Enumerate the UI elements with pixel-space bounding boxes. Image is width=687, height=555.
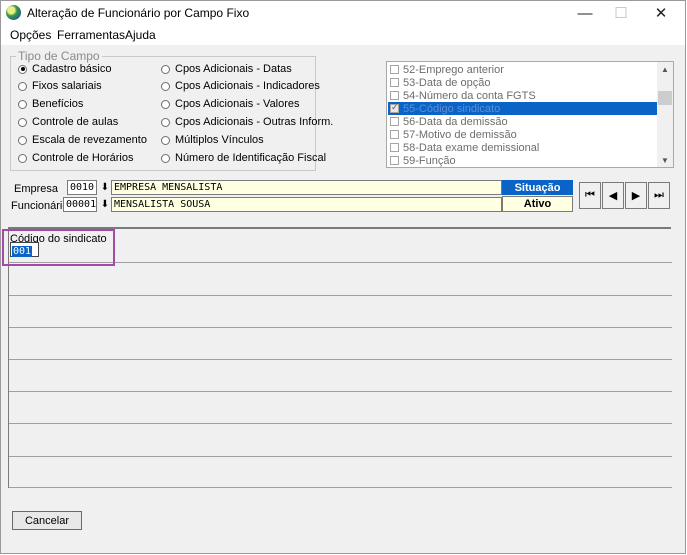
radio-label: Benefícios [32,98,84,110]
menu-ajuda[interactable]: Ajuda [125,28,156,42]
list-item[interactable]: 59-Função [388,154,658,167]
funcionario-name-field: MENSALISTA SOUSA [111,197,502,212]
empresa-lookup-icon[interactable]: ⬇ [100,180,110,195]
list-item-label: 55-Código sindicato [403,102,501,115]
menu-ferramentas[interactable]: Ferramentas [57,28,125,42]
cancel-button[interactable]: Cancelar [12,511,82,530]
funcionario-lookup-icon[interactable]: ⬇ [100,197,110,212]
radio-dot [161,153,170,163]
radio-dot [161,81,170,91]
radio-label: Cpos Adicionais - Outras Inform. [175,116,334,128]
list-scrollbar[interactable]: ▲ ▼ [657,62,673,167]
funcionario-label: Funcionário [11,200,69,212]
radio-label: Escala de revezamento [32,134,147,146]
close-button[interactable]: ✕ [641,1,681,25]
radio-multiplos-vinculos[interactable]: Múltiplos Vínculos [161,134,264,146]
radio-cadastro-basico[interactable]: Cadastro básico [18,63,112,75]
list-item[interactable]: 54-Número da conta FGTS [388,89,658,102]
field-checklist[interactable]: 52-Emprego anterior 53-Data de opção 54-… [386,61,674,168]
checkbox[interactable] [390,78,399,87]
list-item-label: 54-Número da conta FGTS [403,89,536,102]
list-item[interactable]: 58-Data exame demissional [388,141,658,154]
situacao-header: Situação [502,180,573,195]
list-item[interactable]: 52-Emprego anterior [388,63,658,76]
checkbox[interactable] [390,143,399,152]
nav-last-button[interactable]: ⏭ [648,182,670,209]
list-item[interactable]: 57-Motivo de demissão [388,128,658,141]
radio-controle-horarios[interactable]: Controle de Horários [18,152,134,164]
radio-escala-revezamento[interactable]: Escala de revezamento [18,134,147,146]
radio-label: Cpos Adicionais - Valores [175,98,300,110]
radio-cpos-indicadores[interactable]: Cpos Adicionais - Indicadores [161,80,320,92]
grid-line [9,487,672,488]
list-item-label: 59-Função [403,154,456,167]
scroll-down-icon[interactable]: ▼ [657,153,673,167]
radio-dot [18,99,27,109]
list-item-label: 52-Emprego anterior [403,63,504,76]
empresa-code-field[interactable]: 0010 [67,180,97,195]
window-title: Alteração de Funcionário por Campo Fixo [27,6,250,20]
codigo-sindicato-value: 001 [12,246,33,257]
radio-beneficios[interactable]: Benefícios [18,98,83,110]
nav-next-button[interactable]: ▶ [625,182,647,209]
scroll-up-icon[interactable]: ▲ [657,62,673,76]
radio-dot [18,135,27,145]
list-item[interactable]: 56-Data da demissão [388,115,658,128]
radio-controle-aulas[interactable]: Controle de aulas [18,116,118,128]
radio-label: Cpos Adicionais - Datas [175,63,292,75]
radio-fixos-salariais[interactable]: Fixos salariais [18,80,102,92]
checkbox[interactable] [390,91,399,100]
radio-label: Cadastro básico [32,63,112,75]
list-item[interactable]: 53-Data de opção [388,76,658,89]
grid-line [9,295,672,296]
maximize-button[interactable]: ☐ [601,1,641,25]
grid-line [9,391,672,392]
checkbox-checked[interactable] [390,102,399,113]
radio-dot [161,64,170,74]
checkbox[interactable] [390,130,399,139]
checkbox[interactable] [390,156,399,165]
empresa-label: Empresa [14,183,59,195]
radio-dot [18,81,27,91]
radio-cpos-outras[interactable]: Cpos Adicionais - Outras Inform. [161,116,333,128]
radio-dot [161,117,170,127]
nav-first-button[interactable]: ⏮ [579,182,601,209]
situacao-value: Ativo [502,196,573,212]
empresa-name-field: EMPRESA MENSALISTA [111,180,502,195]
list-item-label: 53-Data de opção [403,76,491,89]
grid-line [9,456,672,457]
checkbox[interactable] [390,65,399,74]
codigo-sindicato-input[interactable]: 001 [10,242,39,257]
checkbox[interactable] [390,117,399,126]
radio-dot [18,153,27,163]
grid-line [9,327,672,328]
scroll-thumb[interactable] [658,91,672,105]
list-item-selected[interactable]: 55-Código sindicato [388,102,658,115]
list-item-label: 56-Data da demissão [403,115,508,128]
radio-dot [161,99,170,109]
radio-label: Controle de aulas [32,116,119,128]
radio-label: Múltiplos Vínculos [175,134,264,146]
app-globe-icon [6,5,21,20]
minimize-button[interactable]: — [565,1,605,25]
menu-opcoes[interactable]: Opções [10,28,51,42]
grid-line [9,423,672,424]
radio-cpos-valores[interactable]: Cpos Adicionais - Valores [161,98,300,110]
radio-dot [18,117,27,127]
list-item-label: 58-Data exame demissional [403,141,540,154]
radio-cpos-datas[interactable]: Cpos Adicionais - Datas [161,63,292,75]
nav-prev-button[interactable]: ◀ [602,182,624,209]
radio-dot [161,135,170,145]
radio-label: Cpos Adicionais - Indicadores [175,80,320,92]
funcionario-code-field[interactable]: 00001 [63,197,97,212]
grid-line [9,359,672,360]
tipo-campo-title: Tipo de Campo [16,49,102,63]
radio-dot [18,64,27,74]
radio-label: Controle de Horários [32,152,134,164]
radio-nif[interactable]: Número de Identificação Fiscal [161,152,326,164]
edit-grid [8,227,672,488]
list-item-label: 57-Motivo de demissão [403,128,517,141]
radio-label: Fixos salariais [32,80,102,92]
radio-label: Número de Identificação Fiscal [175,152,327,164]
